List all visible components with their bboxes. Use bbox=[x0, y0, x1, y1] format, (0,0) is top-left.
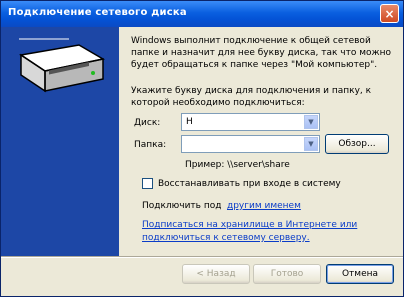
intro-text: Windows выполнит подключение к общей сет… bbox=[131, 36, 392, 70]
browse-button[interactable]: Обзор... bbox=[325, 134, 389, 154]
example-text: Пример: \\server\share bbox=[185, 160, 290, 170]
storage-link-line1[interactable]: Подписаться на хранилище в Интернете или bbox=[142, 220, 357, 230]
drive-label: Диск: bbox=[134, 118, 161, 128]
folder-label: Папка: bbox=[134, 140, 167, 150]
alt-credentials-link[interactable]: другим именем bbox=[227, 201, 301, 211]
alt-credentials-prefix: Подключить под bbox=[142, 201, 222, 211]
chevron-down-icon[interactable]: ▼ bbox=[304, 137, 318, 151]
reconnect-label[interactable]: Восстанавливать при входе в систему bbox=[158, 179, 341, 189]
close-icon: × bbox=[384, 7, 395, 21]
footer-divider bbox=[1, 256, 403, 258]
window-title: Подключение сетевого диска bbox=[8, 7, 187, 18]
drive-value: H bbox=[186, 117, 193, 127]
title-bar[interactable]: Подключение сетевого диска × bbox=[1, 1, 403, 27]
instruction-text: Укажите букву диска для подключения и па… bbox=[131, 86, 372, 108]
side-banner bbox=[1, 27, 119, 256]
storage-link-line2[interactable]: подключиться к сетевому серверу. bbox=[142, 233, 310, 243]
network-drive-icon bbox=[19, 38, 106, 93]
folder-input[interactable]: ▼ bbox=[181, 135, 320, 153]
reconnect-checkbox[interactable] bbox=[142, 178, 153, 189]
cancel-button[interactable]: Отмена bbox=[326, 264, 394, 284]
back-button[interactable]: < Назад bbox=[182, 264, 250, 284]
drive-select[interactable]: H ▼ bbox=[181, 113, 320, 131]
dialog-body: Windows выполнит подключение к общей сет… bbox=[1, 27, 403, 296]
map-network-drive-dialog: Подключение сетевого диска × Windows вып… bbox=[0, 0, 404, 297]
finish-button[interactable]: Готово bbox=[253, 264, 321, 284]
chevron-down-icon[interactable]: ▼ bbox=[304, 115, 318, 129]
close-button[interactable]: × bbox=[380, 4, 399, 23]
